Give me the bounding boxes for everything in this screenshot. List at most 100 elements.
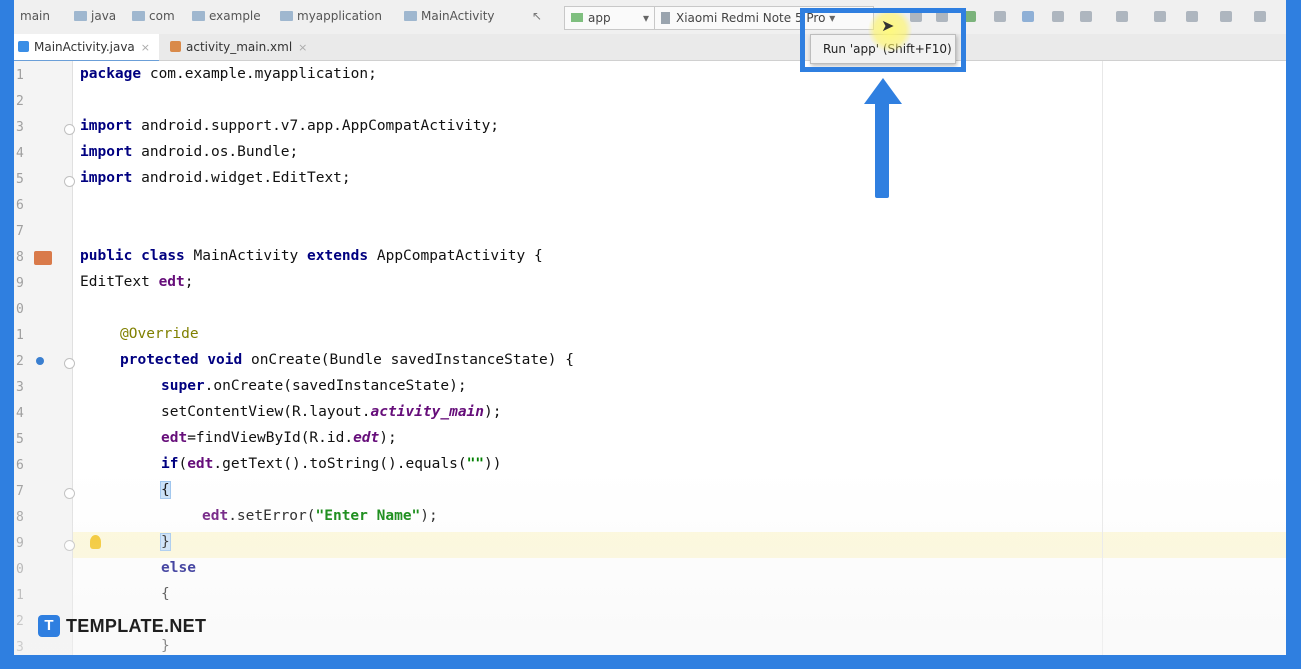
folder-icon bbox=[132, 11, 145, 21]
code-line-3: import android.support.v7.app.AppCompatA… bbox=[80, 118, 499, 134]
line-number: 1 bbox=[16, 588, 24, 603]
keyword: protected bbox=[120, 352, 199, 368]
keyword: package bbox=[80, 66, 142, 82]
tab-mainactivity-java[interactable]: MainActivity.java × bbox=[14, 34, 159, 62]
code-text: com.example.myapplication; bbox=[141, 66, 377, 82]
class-icon bbox=[404, 11, 417, 21]
folder-icon bbox=[192, 11, 205, 21]
class-name: MainActivity bbox=[193, 248, 299, 264]
code-text: android.widget.EditText; bbox=[132, 170, 351, 186]
callout-highlight-box bbox=[800, 8, 966, 72]
code-line-14: setContentView(R.layout.activity_main); bbox=[161, 404, 501, 420]
avd-manager-icon[interactable] bbox=[1052, 11, 1064, 22]
code-text: AppCompatActivity { bbox=[376, 248, 543, 264]
line-number: 9 bbox=[16, 276, 24, 291]
override-marker-icon[interactable] bbox=[36, 357, 44, 365]
code-line-23: } bbox=[161, 638, 170, 654]
project-structure-icon[interactable] bbox=[1186, 11, 1198, 22]
keyword: void bbox=[207, 352, 243, 368]
code-editor[interactable]: 1 2 3 4 5 6 7 8 9 0 1 2 3 4 5 6 7 8 9 0 … bbox=[14, 61, 1286, 655]
layout-preview-icon[interactable] bbox=[34, 251, 52, 265]
code-line-18: edt.setError("Enter Name"); bbox=[202, 508, 438, 524]
breadcrumb-myapplication[interactable]: myapplication bbox=[280, 9, 382, 23]
template-logo-icon: T bbox=[38, 615, 60, 637]
settings-icon[interactable] bbox=[1254, 11, 1266, 22]
android-icon bbox=[571, 13, 583, 22]
line-number: 6 bbox=[16, 458, 24, 473]
fold-marker-icon[interactable] bbox=[64, 124, 75, 135]
code-text: setContentView(R.layout. bbox=[161, 404, 371, 420]
code-text: ; bbox=[184, 274, 194, 290]
lightbulb-icon[interactable] bbox=[90, 535, 101, 549]
phone-icon bbox=[661, 12, 670, 24]
template-net-watermark: T TEMPLATE.NET bbox=[38, 614, 206, 638]
line-number: 2 bbox=[16, 94, 24, 109]
code-line-15: edt=findViewById(R.id.edt); bbox=[161, 430, 397, 446]
brace: { bbox=[160, 481, 171, 499]
search-icon[interactable] bbox=[1220, 11, 1232, 22]
line-number: 1 bbox=[16, 68, 24, 83]
layout-inspector-icon[interactable] bbox=[1116, 11, 1128, 22]
code-line-11: @Override bbox=[120, 326, 199, 342]
code-text: =findViewById(R.id. bbox=[187, 430, 354, 446]
line-number: 2 bbox=[16, 354, 24, 369]
keyword: extends bbox=[307, 248, 369, 264]
chevron-down-icon: ▾ bbox=[642, 11, 649, 25]
watermark-text: TEMPLATE.NET bbox=[66, 615, 207, 636]
code-line-21: { bbox=[161, 586, 170, 602]
breadcrumb-example[interactable]: example bbox=[192, 9, 261, 23]
code-line-19: } bbox=[160, 533, 171, 551]
line-number: 3 bbox=[16, 380, 24, 395]
run-config-label: app bbox=[588, 11, 611, 25]
keyword: super bbox=[161, 378, 205, 394]
code-text: ); bbox=[379, 430, 397, 446]
back-arrow-icon[interactable]: ↖ bbox=[532, 9, 542, 23]
folder-icon bbox=[74, 11, 87, 21]
fold-marker-icon[interactable] bbox=[64, 176, 75, 187]
breadcrumb-com[interactable]: com bbox=[132, 9, 175, 23]
run-config-dropdown[interactable]: app ▾ bbox=[564, 6, 656, 30]
device-file-explorer-icon[interactable] bbox=[1154, 11, 1166, 22]
keyword: import bbox=[80, 144, 133, 160]
stop-icon[interactable] bbox=[994, 11, 1006, 22]
code-line-1: package com.example.myapplication; bbox=[80, 66, 377, 82]
line-number: 3 bbox=[16, 120, 24, 135]
breadcrumb-mainactivity[interactable]: MainActivity bbox=[404, 9, 495, 23]
code-text: ( bbox=[178, 456, 188, 472]
string-literal: "" bbox=[466, 456, 485, 472]
field-name: edt bbox=[158, 274, 185, 290]
tab-activity-main-xml[interactable]: activity_main.xml × bbox=[166, 34, 316, 60]
line-number: 5 bbox=[16, 432, 24, 447]
tab-label: MainActivity.java bbox=[34, 40, 135, 54]
sdk-manager-icon[interactable] bbox=[1080, 11, 1092, 22]
fold-marker-icon[interactable] bbox=[64, 540, 75, 551]
navigation-toolbar: main java com example myapplication Main… bbox=[14, 0, 1286, 35]
code-line-9: EditText edt; bbox=[80, 274, 194, 290]
tab-label: activity_main.xml bbox=[186, 40, 293, 54]
fold-marker-icon[interactable] bbox=[64, 488, 75, 499]
keyword: class bbox=[141, 248, 185, 264]
line-number: 5 bbox=[16, 172, 24, 187]
line-number: 0 bbox=[16, 562, 24, 577]
line-number: 3 bbox=[16, 640, 24, 655]
line-number: 4 bbox=[16, 406, 24, 421]
breadcrumb-java[interactable]: java bbox=[74, 9, 116, 23]
close-icon[interactable]: × bbox=[298, 41, 307, 54]
code-text: android.support.v7.app.AppCompatActivity… bbox=[132, 118, 500, 134]
breadcrumb-main[interactable]: main bbox=[20, 9, 50, 23]
close-icon[interactable]: × bbox=[141, 41, 150, 54]
fold-marker-icon[interactable] bbox=[64, 358, 75, 369]
callout-arrow-shaft bbox=[875, 100, 889, 198]
breadcrumb-myapplication-label: myapplication bbox=[297, 9, 382, 23]
code-line-16: if(edt.getText().toString().equals("")) bbox=[161, 456, 502, 472]
breadcrumb-mainactivity-label: MainActivity bbox=[421, 9, 495, 23]
keyword: import bbox=[80, 170, 133, 186]
code-line-20: else bbox=[161, 560, 196, 576]
code-text: ); bbox=[484, 404, 502, 420]
code-text: android.os.Bundle; bbox=[132, 144, 299, 160]
sync-icon[interactable] bbox=[1022, 11, 1034, 22]
keyword: else bbox=[161, 560, 196, 576]
code-text: .setError( bbox=[228, 508, 316, 524]
line-number: 7 bbox=[16, 224, 24, 239]
code-text: ); bbox=[420, 508, 438, 524]
